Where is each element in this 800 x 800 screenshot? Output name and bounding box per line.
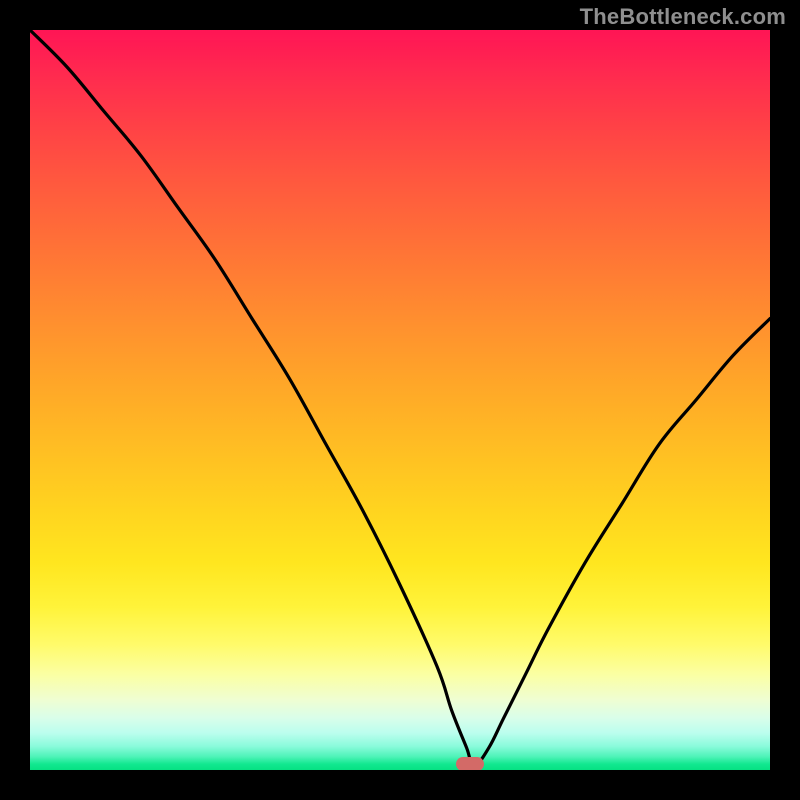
heat-gradient-background: [30, 30, 770, 770]
watermark-text: TheBottleneck.com: [580, 4, 786, 30]
optimal-point-marker: [456, 757, 484, 770]
chart-frame: TheBottleneck.com: [0, 0, 800, 800]
plot-area: [30, 30, 770, 770]
